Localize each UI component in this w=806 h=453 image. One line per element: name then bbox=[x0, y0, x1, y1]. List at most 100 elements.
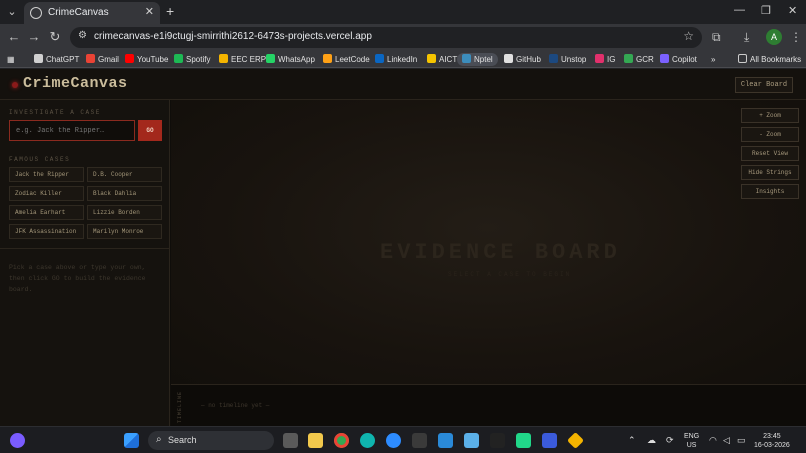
eec-erp-icon bbox=[219, 54, 228, 63]
bookmark-ig[interactable]: IG bbox=[595, 53, 615, 66]
forward-icon[interactable]: → bbox=[26, 29, 42, 45]
case-button-zodiac-killer[interactable]: Zodiac Killer bbox=[9, 186, 84, 201]
case-button-jfk-assassination[interactable]: JFK Assassination bbox=[9, 224, 84, 239]
bookmark-gmail[interactable]: Gmail bbox=[86, 53, 119, 66]
tab-crimecanvas[interactable]: CrimeCanvas ✕ bbox=[24, 2, 160, 24]
pycharm-icon[interactable] bbox=[516, 433, 531, 448]
site-info-icon[interactable]: ⚙ bbox=[78, 30, 87, 41]
board-title: EVIDENCE BOARD bbox=[380, 240, 621, 265]
leetcode-icon bbox=[323, 54, 332, 63]
language-indicator[interactable]: ENG US bbox=[684, 432, 699, 450]
download-icon[interactable]: ⤓ bbox=[744, 30, 749, 45]
chrome-icon[interactable] bbox=[334, 433, 349, 448]
bookmarks-bar: ▦ ChatGPT Gmail YouTube Spotify EEC ERP Whats… bbox=[0, 51, 806, 68]
bookmark-eec-erp[interactable]: EEC ERP bbox=[219, 53, 266, 66]
bookmark-star-icon[interactable]: ☆ bbox=[683, 29, 694, 43]
gcr-icon bbox=[624, 54, 633, 63]
taskbar-search-label: Search bbox=[168, 435, 197, 445]
minimize-icon[interactable]: — bbox=[734, 4, 745, 16]
case-button-jack-the-ripper[interactable]: Jack the Ripper bbox=[9, 167, 84, 182]
clock[interactable]: 23:45 16-03-2026 bbox=[754, 432, 790, 450]
apps-grid-icon[interactable]: ▦ bbox=[7, 53, 15, 66]
case-button-amelia-earhart[interactable]: Amelia Earhart bbox=[9, 205, 84, 220]
case-button-d-b-cooper[interactable]: D.B. Cooper bbox=[87, 167, 162, 182]
famous-cases-label: FAMOUS CASES bbox=[9, 156, 71, 163]
reload-icon[interactable]: ↻ bbox=[47, 29, 63, 45]
youtube-icon bbox=[125, 54, 134, 63]
bookmark-nptel[interactable]: Nptel bbox=[457, 53, 498, 66]
taskbar-search[interactable]: ⌕ Search bbox=[148, 431, 274, 450]
back-icon[interactable]: ← bbox=[6, 29, 22, 45]
address-bar[interactable]: ⚙ crimecanvas-e1i9ctugj-smirrithi2612-64… bbox=[70, 27, 702, 48]
notepad-icon[interactable] bbox=[464, 433, 479, 448]
case-button-black-dahlia[interactable]: Black Dahlia bbox=[87, 186, 162, 201]
close-icon[interactable]: ✕ bbox=[145, 5, 154, 18]
timeline-panel: TIMELINE — no timeline yet — bbox=[171, 384, 806, 426]
windows-start-icon[interactable] bbox=[124, 433, 139, 448]
url-text[interactable]: crimecanvas-e1i9ctugj-smirrithi2612-6473… bbox=[94, 31, 372, 42]
bookmark-spotify[interactable]: Spotify bbox=[174, 53, 210, 66]
edge-icon[interactable] bbox=[360, 433, 375, 448]
hide-strings-button[interactable]: Hide Strings bbox=[741, 165, 799, 180]
case-search-input[interactable] bbox=[9, 120, 135, 141]
tab-title: CrimeCanvas bbox=[48, 7, 109, 18]
whatsapp-icon bbox=[266, 54, 275, 63]
crimecanvas-app: CrimeCanvas Clear Board INVESTIGATE A CA… bbox=[0, 69, 806, 426]
weather-widget-icon[interactable] bbox=[10, 433, 25, 448]
sync-icon[interactable]: ⟳ bbox=[666, 435, 674, 446]
evidence-board[interactable]: EVIDENCE BOARD SELECT A CASE TO BEGIN + … bbox=[171, 100, 806, 384]
onedrive-icon[interactable]: ☁ bbox=[647, 435, 656, 446]
extensions-icon[interactable]: ⧉ bbox=[712, 30, 721, 45]
logo-pin-icon bbox=[12, 82, 18, 88]
vscode-icon[interactable] bbox=[438, 433, 453, 448]
terminal-icon[interactable] bbox=[412, 433, 427, 448]
bookmark-unstop[interactable]: Unstop bbox=[549, 53, 586, 66]
menu-icon[interactable]: ⋮ bbox=[790, 30, 802, 44]
folder-icon bbox=[738, 54, 747, 63]
gmail-icon bbox=[86, 54, 95, 63]
more-bookmarks-icon[interactable]: » bbox=[711, 53, 715, 66]
bookmark-copilot[interactable]: Copilot bbox=[660, 53, 697, 66]
bookmark-github[interactable]: GitHub bbox=[504, 53, 541, 66]
timeline-empty-text: — no timeline yet — bbox=[201, 402, 270, 409]
bookmark-whatsapp[interactable]: WhatsApp bbox=[266, 53, 315, 66]
investigate-label: INVESTIGATE A CASE bbox=[9, 109, 101, 116]
avatar[interactable]: A bbox=[766, 29, 782, 45]
nptel-icon bbox=[462, 54, 471, 63]
taskbar: ⌕ Search ⌃ ☁ ⟳ ENG US ◠ ◁ ▭ 23:45 16-03-… bbox=[0, 426, 806, 453]
app-icon[interactable] bbox=[542, 433, 557, 448]
sidebar-hint: Pick a case above or type your own, then… bbox=[9, 264, 146, 293]
globe-icon bbox=[30, 7, 42, 19]
sidebar-divider bbox=[0, 248, 170, 249]
bookmark-gcr[interactable]: GCR bbox=[624, 53, 654, 66]
new-tab-icon[interactable]: + bbox=[166, 3, 174, 19]
insights-button[interactable]: Insights bbox=[741, 184, 799, 199]
task-view-icon[interactable] bbox=[283, 433, 298, 448]
unstop-icon bbox=[549, 54, 558, 63]
go-button[interactable]: GO bbox=[138, 120, 162, 141]
reset-view-button[interactable]: Reset View bbox=[741, 146, 799, 161]
cmd-icon[interactable] bbox=[490, 433, 505, 448]
battery-icon[interactable]: ▭ bbox=[737, 435, 746, 446]
restore-icon[interactable]: ❐ bbox=[761, 4, 771, 17]
app-header: CrimeCanvas Clear Board bbox=[0, 69, 806, 100]
window-close-icon[interactable]: ✕ bbox=[788, 4, 797, 17]
bookmark-youtube[interactable]: YouTube bbox=[125, 53, 168, 66]
bookmark-linkedin[interactable]: LinkedIn bbox=[375, 53, 417, 66]
all-bookmarks[interactable]: All Bookmarks bbox=[738, 53, 801, 66]
tab-search-icon[interactable]: ⌄ bbox=[4, 4, 20, 20]
wifi-icon[interactable]: ◠ bbox=[709, 435, 717, 446]
volume-icon[interactable]: ◁ bbox=[723, 435, 730, 446]
tray-chevron-icon[interactable]: ⌃ bbox=[628, 435, 636, 446]
zoom-out-button[interactable]: - Zoom bbox=[741, 127, 799, 142]
case-button-marilyn-monroe[interactable]: Marilyn Monroe bbox=[87, 224, 162, 239]
browser-toolbar: ← → ↻ ⚙ crimecanvas-e1i9ctugj-smirrithi2… bbox=[0, 24, 806, 51]
git-icon[interactable] bbox=[567, 432, 584, 449]
case-button-lizzie-borden[interactable]: Lizzie Borden bbox=[87, 205, 162, 220]
zoom-app-icon[interactable] bbox=[386, 433, 401, 448]
clear-board-button[interactable]: Clear Board bbox=[735, 77, 793, 93]
bookmark-leetcode[interactable]: LeetCode bbox=[323, 53, 370, 66]
file-explorer-icon[interactable] bbox=[308, 433, 323, 448]
bookmark-chatgpt[interactable]: ChatGPT bbox=[34, 53, 79, 66]
zoom-in-button[interactable]: + Zoom bbox=[741, 108, 799, 123]
